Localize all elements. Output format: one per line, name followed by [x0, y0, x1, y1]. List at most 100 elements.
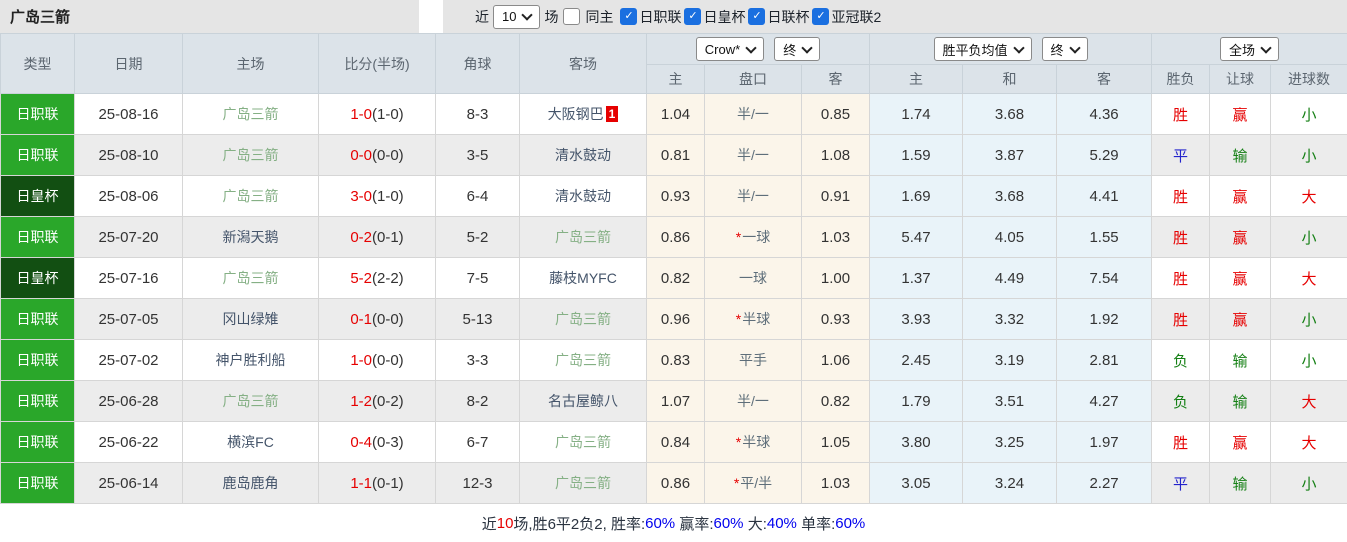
halftime-score: (0-0) — [372, 147, 404, 164]
result-winlose-cell: 胜 — [1152, 217, 1210, 258]
away-team-cell[interactable]: 广岛三箭 — [520, 217, 647, 258]
result-goals-cell: 大 — [1271, 258, 1347, 299]
league-filter-checkbox[interactable]: ✓ — [684, 8, 701, 25]
same-home-checkbox[interactable] — [563, 8, 580, 25]
away-team-cell[interactable]: 广岛三箭 — [520, 422, 647, 463]
euro-draw-odds-cell: 4.49 — [963, 258, 1057, 299]
handicap-line-cell: *平/半 — [705, 463, 802, 504]
col-header-result-wl: 胜负 — [1152, 65, 1210, 94]
line-text: 半/一 — [737, 393, 769, 409]
asian-home-odds-cell: 1.04 — [647, 94, 705, 135]
match-date-cell: 25-06-14 — [75, 463, 183, 504]
line-text: 一球 — [742, 229, 770, 245]
asian-away-odds-cell: 1.03 — [802, 463, 870, 504]
asian-home-odds-cell: 0.84 — [647, 422, 705, 463]
away-team-cell[interactable]: 藤枝MYFC — [520, 258, 647, 299]
result-goals-cell: 小 — [1271, 135, 1347, 176]
asian-odds-select-group: Crow* 终 — [647, 34, 870, 65]
home-team-cell[interactable]: 神户胜利船 — [183, 340, 319, 381]
corners-cell: 3-5 — [436, 135, 520, 176]
asian-away-odds-cell: 0.93 — [802, 299, 870, 340]
euro-away-odds-cell: 2.81 — [1057, 340, 1152, 381]
fulltime-score: 5-2 — [350, 270, 372, 287]
away-team-cell[interactable]: 广岛三箭 — [520, 299, 647, 340]
euro-odds-source-select[interactable]: 胜平负均值 — [934, 37, 1032, 61]
euro-away-odds-cell: 4.27 — [1057, 381, 1152, 422]
halftime-score: (0-1) — [372, 229, 404, 246]
asian-odds-period-select[interactable]: 终 — [774, 37, 820, 61]
away-team-cell[interactable]: 广岛三箭 — [520, 463, 647, 504]
home-team-cell[interactable]: 广岛三箭 — [183, 258, 319, 299]
halftime-score: (0-3) — [372, 434, 404, 451]
halftime-score: (0-0) — [372, 352, 404, 369]
league-filter-checkbox[interactable]: ✓ — [620, 8, 637, 25]
home-team-cell[interactable]: 鹿岛鹿角 — [183, 463, 319, 504]
away-team-name: 名古屋鲸八 — [548, 393, 618, 409]
score-cell: 3-0(1-0) — [319, 176, 436, 217]
home-team-cell[interactable]: 广岛三箭 — [183, 381, 319, 422]
match-type-cell: 日皇杯 — [1, 176, 75, 217]
result-goals-cell: 大 — [1271, 422, 1347, 463]
result-winlose-cell: 胜 — [1152, 422, 1210, 463]
result-handicap-cell: 赢 — [1210, 176, 1271, 217]
score-cell: 1-1(0-1) — [319, 463, 436, 504]
home-team-cell[interactable]: 横滨FC — [183, 422, 319, 463]
halftime-score: (1-0) — [372, 188, 404, 205]
red-card-badge: 1 — [606, 106, 619, 122]
euro-draw-odds-cell: 3.68 — [963, 94, 1057, 135]
asian-home-odds-cell: 0.86 — [647, 463, 705, 504]
asian-away-odds-cell: 0.82 — [802, 381, 870, 422]
asian-away-odds-cell: 1.05 — [802, 422, 870, 463]
euro-home-odds-cell: 1.74 — [870, 94, 963, 135]
match-scope-select[interactable]: 全场 — [1220, 37, 1279, 61]
chevron-down-icon — [802, 42, 813, 53]
check-icon: ✓ — [624, 11, 633, 22]
chevron-down-icon — [1013, 42, 1024, 53]
league-filter: ✓日联杯 — [747, 7, 809, 27]
home-team-cell[interactable]: 广岛三箭 — [183, 94, 319, 135]
line-text: 平/半 — [740, 475, 772, 491]
euro-draw-odds-cell: 3.87 — [963, 135, 1057, 176]
result-goals-cell: 小 — [1271, 94, 1347, 135]
match-row: 日职联 25-08-10 广岛三箭 0-0(0-0) 3-5 清水鼓动 0.81… — [1, 135, 1347, 176]
home-team-cell[interactable]: 广岛三箭 — [183, 135, 319, 176]
league-filter: ✓亚冠联2 — [811, 7, 881, 27]
away-team-cell[interactable]: 广岛三箭 — [520, 340, 647, 381]
home-team-cell[interactable]: 广岛三箭 — [183, 176, 319, 217]
away-team-cell[interactable]: 名古屋鲸八 — [520, 381, 647, 422]
recent-count-select[interactable]: 10 — [493, 5, 540, 29]
asian-odds-period-value: 终 — [783, 40, 796, 59]
summary-segment: 场,胜6平2负2, 胜率: — [513, 513, 645, 534]
league-filter-checkbox[interactable]: ✓ — [812, 8, 829, 25]
league-filter-label: 亚冠联2 — [831, 7, 881, 27]
away-team-cell[interactable]: 大阪钢巴1 — [520, 94, 647, 135]
away-team-cell[interactable]: 清水鼓动 — [520, 135, 647, 176]
euro-home-odds-cell: 5.47 — [870, 217, 963, 258]
line-star-icon: * — [736, 311, 741, 327]
summary-segment: 单率: — [797, 513, 835, 534]
euro-odds-period-select[interactable]: 终 — [1042, 37, 1088, 61]
result-scope-select-group: 全场 — [1152, 34, 1347, 65]
match-row: 日职联 25-07-20 新潟天鹅 0-2(0-1) 5-2 广岛三箭 0.86… — [1, 217, 1347, 258]
asian-away-odds-cell: 0.91 — [802, 176, 870, 217]
result-handicap-cell: 输 — [1210, 463, 1271, 504]
euro-away-odds-cell: 1.92 — [1057, 299, 1152, 340]
league-filter-checkbox[interactable]: ✓ — [748, 8, 765, 25]
result-goals-cell: 大 — [1271, 381, 1347, 422]
result-goals-cell: 小 — [1271, 340, 1347, 381]
summary-segment: 10 — [497, 515, 514, 532]
handicap-line-cell: 平手 — [705, 340, 802, 381]
asian-odds-source-select[interactable]: Crow* — [696, 37, 764, 61]
match-row: 日职联 25-07-05 冈山绿雉 0-1(0-0) 5-13 广岛三箭 0.9… — [1, 299, 1347, 340]
match-row: 日职联 25-08-16 广岛三箭 1-0(1-0) 8-3 大阪钢巴1 1.0… — [1, 94, 1347, 135]
home-team-cell[interactable]: 冈山绿雉 — [183, 299, 319, 340]
away-team-cell[interactable]: 清水鼓动 — [520, 176, 647, 217]
col-header-away: 客场 — [520, 34, 647, 94]
match-scope-value: 全场 — [1229, 40, 1255, 59]
home-team-cell[interactable]: 新潟天鹅 — [183, 217, 319, 258]
euro-away-odds-cell: 1.97 — [1057, 422, 1152, 463]
summary-segment: 60% — [835, 515, 865, 532]
recent-count-value: 10 — [502, 9, 516, 24]
corners-cell: 8-3 — [436, 94, 520, 135]
euro-draw-odds-cell: 3.24 — [963, 463, 1057, 504]
